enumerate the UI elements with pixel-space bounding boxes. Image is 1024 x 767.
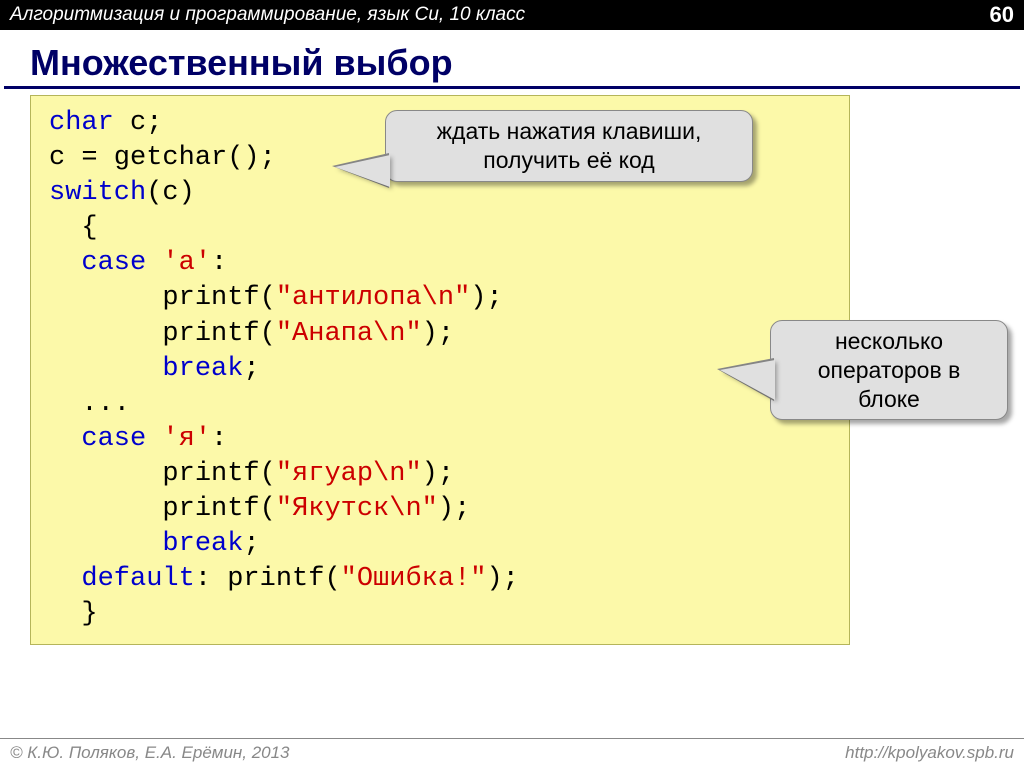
footer-url: http://kpolyakov.spb.ru [845, 743, 1014, 763]
callout-text: блоке [858, 386, 920, 412]
code-text: c; [114, 108, 163, 138]
callout-multiops: несколько операторов в блоке [770, 320, 1008, 420]
code-text: printf( [49, 283, 276, 313]
callout-text: несколько [835, 328, 943, 354]
code-text: : [211, 424, 227, 454]
callout-pointer [335, 155, 390, 187]
title-underline [4, 86, 1020, 89]
literal: 'я' [146, 424, 211, 454]
code-text: } [49, 599, 98, 629]
page-number: 60 [990, 2, 1014, 28]
code-text: : printf( [195, 564, 341, 594]
callout-text: ждать нажатия клавиши, [437, 118, 702, 144]
code-text: : [211, 248, 227, 278]
kw-default: default [49, 564, 195, 594]
code-text: ); [422, 459, 454, 489]
literal: "Анапа\n" [276, 319, 422, 349]
code-text: (c) [146, 178, 195, 208]
callout-text: операторов в [818, 357, 961, 383]
copyright-text: © К.Ю. Поляков, Е.А. Ерёмин, 2013 [10, 743, 290, 763]
literal: "ягуар\n" [276, 459, 422, 489]
kw-break: break [49, 529, 243, 559]
code-text: ... [49, 389, 130, 419]
code-text: printf( [49, 494, 276, 524]
literal: "Якутск\n" [276, 494, 438, 524]
code-text: printf( [49, 459, 276, 489]
code-text: ; [243, 529, 259, 559]
kw-char: char [49, 108, 114, 138]
kw-case: case [49, 424, 146, 454]
kw-case: case [49, 248, 146, 278]
header-subject: Алгоритмизация и программирование, язык … [10, 4, 525, 26]
code-text: { [49, 213, 98, 243]
literal: 'а' [146, 248, 211, 278]
code-text: printf( [49, 319, 276, 349]
literal: "Ошибка!" [341, 564, 487, 594]
code-text: ); [422, 319, 454, 349]
code-text: ); [470, 283, 502, 313]
code-text: ; [243, 354, 259, 384]
footer-bar: © К.Ю. Поляков, Е.А. Ерёмин, 2013 http:/… [0, 738, 1024, 767]
code-text: ); [486, 564, 518, 594]
callout-text: получить её код [483, 147, 654, 173]
slide-title: Множественный выбор [30, 42, 1024, 84]
kw-switch: switch [49, 178, 146, 208]
code-text: c = getchar(); [49, 143, 276, 173]
header-bar: Алгоритмизация и программирование, язык … [0, 0, 1024, 30]
literal: "антилопа\n" [276, 283, 470, 313]
callout-getchar: ждать нажатия клавиши, получить её код [385, 110, 753, 182]
callout-pointer [720, 360, 775, 400]
code-text: ); [438, 494, 470, 524]
kw-break: break [49, 354, 243, 384]
